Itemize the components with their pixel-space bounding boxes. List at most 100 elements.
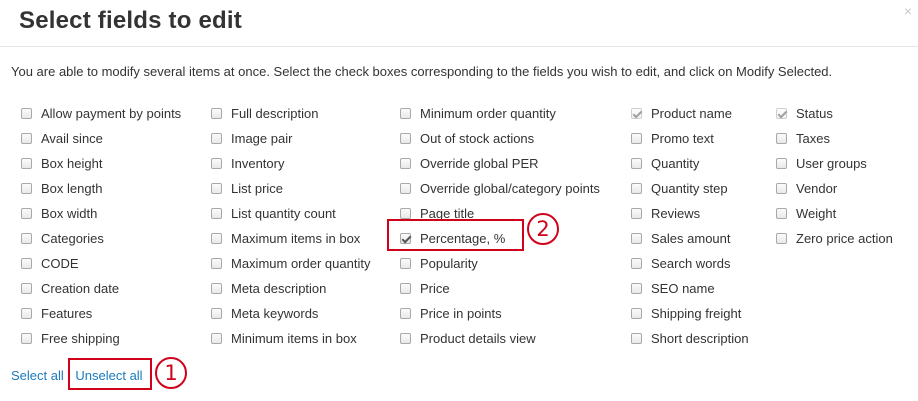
checkbox[interactable] [776,133,787,144]
checkbox[interactable] [400,208,411,219]
checkbox[interactable] [400,183,411,194]
field-option-label: Status [796,106,833,121]
field-option-seo-name[interactable]: SEO name [631,276,749,301]
checkbox[interactable] [400,158,411,169]
checkbox[interactable] [631,158,642,169]
field-column-2: Full description Image pair Inventory List … [211,101,370,351]
checkbox[interactable] [211,333,222,344]
field-option-weight[interactable]: Weight [776,201,893,226]
field-option-shipping-freight[interactable]: Shipping freight [631,301,749,326]
field-option-label: Weight [796,206,837,221]
field-option-short-description[interactable]: Short description [631,326,749,351]
field-option-box-height[interactable]: Box height [21,151,181,176]
field-option-popularity[interactable]: Popularity [400,251,600,276]
field-option-label: Minimum items in box [231,331,357,346]
checkbox[interactable] [211,233,222,244]
checkbox[interactable] [211,158,222,169]
checkbox[interactable] [21,283,32,294]
checkbox[interactable] [776,208,787,219]
checkbox[interactable] [631,183,642,194]
field-option-minimum-order-quantity[interactable]: Minimum order quantity [400,101,600,126]
checkbox[interactable] [21,183,32,194]
field-option-label: Full description [231,106,319,121]
field-option-allow-payment-by-points[interactable]: Allow payment by points [21,101,181,126]
field-option-override-global-category-points[interactable]: Override global/category points [400,176,600,201]
field-option-list-quantity-count[interactable]: List quantity count [211,201,370,226]
field-option-zero-price-action[interactable]: Zero price action [776,226,893,251]
checkbox[interactable] [21,308,32,319]
field-option-reviews[interactable]: Reviews [631,201,749,226]
field-option-price[interactable]: Price [400,276,600,301]
checkbox[interactable] [211,108,222,119]
checkbox[interactable] [776,183,787,194]
field-option-maximum-items-in-box[interactable]: Maximum items in box [211,226,370,251]
field-option-vendor[interactable]: Vendor [776,176,893,201]
highlight-percentage [387,219,524,251]
checkbox[interactable] [211,283,222,294]
field-option-avail-since[interactable]: Avail since [21,126,181,151]
checkbox[interactable] [631,208,642,219]
field-option-quantity[interactable]: Quantity [631,151,749,176]
field-option-label: Minimum order quantity [420,106,556,121]
field-option-out-of-stock-actions[interactable]: Out of stock actions [400,126,600,151]
field-option-label: Override global/category points [420,181,600,196]
field-option-creation-date[interactable]: Creation date [21,276,181,301]
checkbox[interactable] [21,333,32,344]
field-option-status[interactable]: Status [776,101,893,126]
field-option-list-price[interactable]: List price [211,176,370,201]
checkbox[interactable] [631,283,642,294]
field-option-image-pair[interactable]: Image pair [211,126,370,151]
field-option-quantity-step[interactable]: Quantity step [631,176,749,201]
checkbox[interactable] [211,133,222,144]
checkbox[interactable] [776,158,787,169]
field-option-label: Maximum order quantity [231,256,371,271]
checkbox[interactable] [211,183,222,194]
field-option-override-global-per[interactable]: Override global PER [400,151,600,176]
field-option-user-groups[interactable]: User groups [776,151,893,176]
field-option-code[interactable]: CODE [21,251,181,276]
field-option-box-length[interactable]: Box length [21,176,181,201]
checkbox[interactable] [400,308,411,319]
field-option-box-width[interactable]: Box width [21,201,181,226]
checkbox[interactable] [21,208,32,219]
checkbox[interactable] [400,133,411,144]
field-option-categories[interactable]: Categories [21,226,181,251]
field-option-sales-amount[interactable]: Sales amount [631,226,749,251]
field-option-product-name[interactable]: Product name [631,101,749,126]
checkbox[interactable] [631,308,642,319]
field-option-search-words[interactable]: Search words [631,251,749,276]
checkbox[interactable] [21,258,32,269]
close-icon[interactable]: × [904,4,912,18]
field-option-minimum-items-in-box[interactable]: Minimum items in box [211,326,370,351]
checkbox[interactable] [400,333,411,344]
checkbox[interactable] [400,258,411,269]
select-all-link[interactable]: Select all [11,368,64,383]
checkbox[interactable] [21,108,32,119]
checkbox[interactable] [21,133,32,144]
field-option-promo-text[interactable]: Promo text [631,126,749,151]
checkbox[interactable] [21,158,32,169]
field-option-label: Zero price action [796,231,893,246]
checkbox[interactable] [631,233,642,244]
field-option-free-shipping[interactable]: Free shipping [21,326,181,351]
field-option-maximum-order-quantity[interactable]: Maximum order quantity [211,251,370,276]
field-option-price-in-points[interactable]: Price in points [400,301,600,326]
checkbox[interactable] [631,258,642,269]
checkbox[interactable] [400,108,411,119]
field-option-features[interactable]: Features [21,301,181,326]
checkbox[interactable] [211,308,222,319]
field-option-taxes[interactable]: Taxes [776,126,893,151]
checkbox[interactable] [400,283,411,294]
field-option-meta-keywords[interactable]: Meta keywords [211,301,370,326]
field-option-label: Out of stock actions [420,131,535,146]
checkbox[interactable] [21,233,32,244]
checkbox[interactable] [211,258,222,269]
field-option-product-details-view[interactable]: Product details view [400,326,600,351]
field-option-full-description[interactable]: Full description [211,101,370,126]
checkbox[interactable] [776,233,787,244]
field-option-meta-description[interactable]: Meta description [211,276,370,301]
field-option-inventory[interactable]: Inventory [211,151,370,176]
checkbox[interactable] [631,133,642,144]
checkbox[interactable] [211,208,222,219]
checkbox[interactable] [631,333,642,344]
